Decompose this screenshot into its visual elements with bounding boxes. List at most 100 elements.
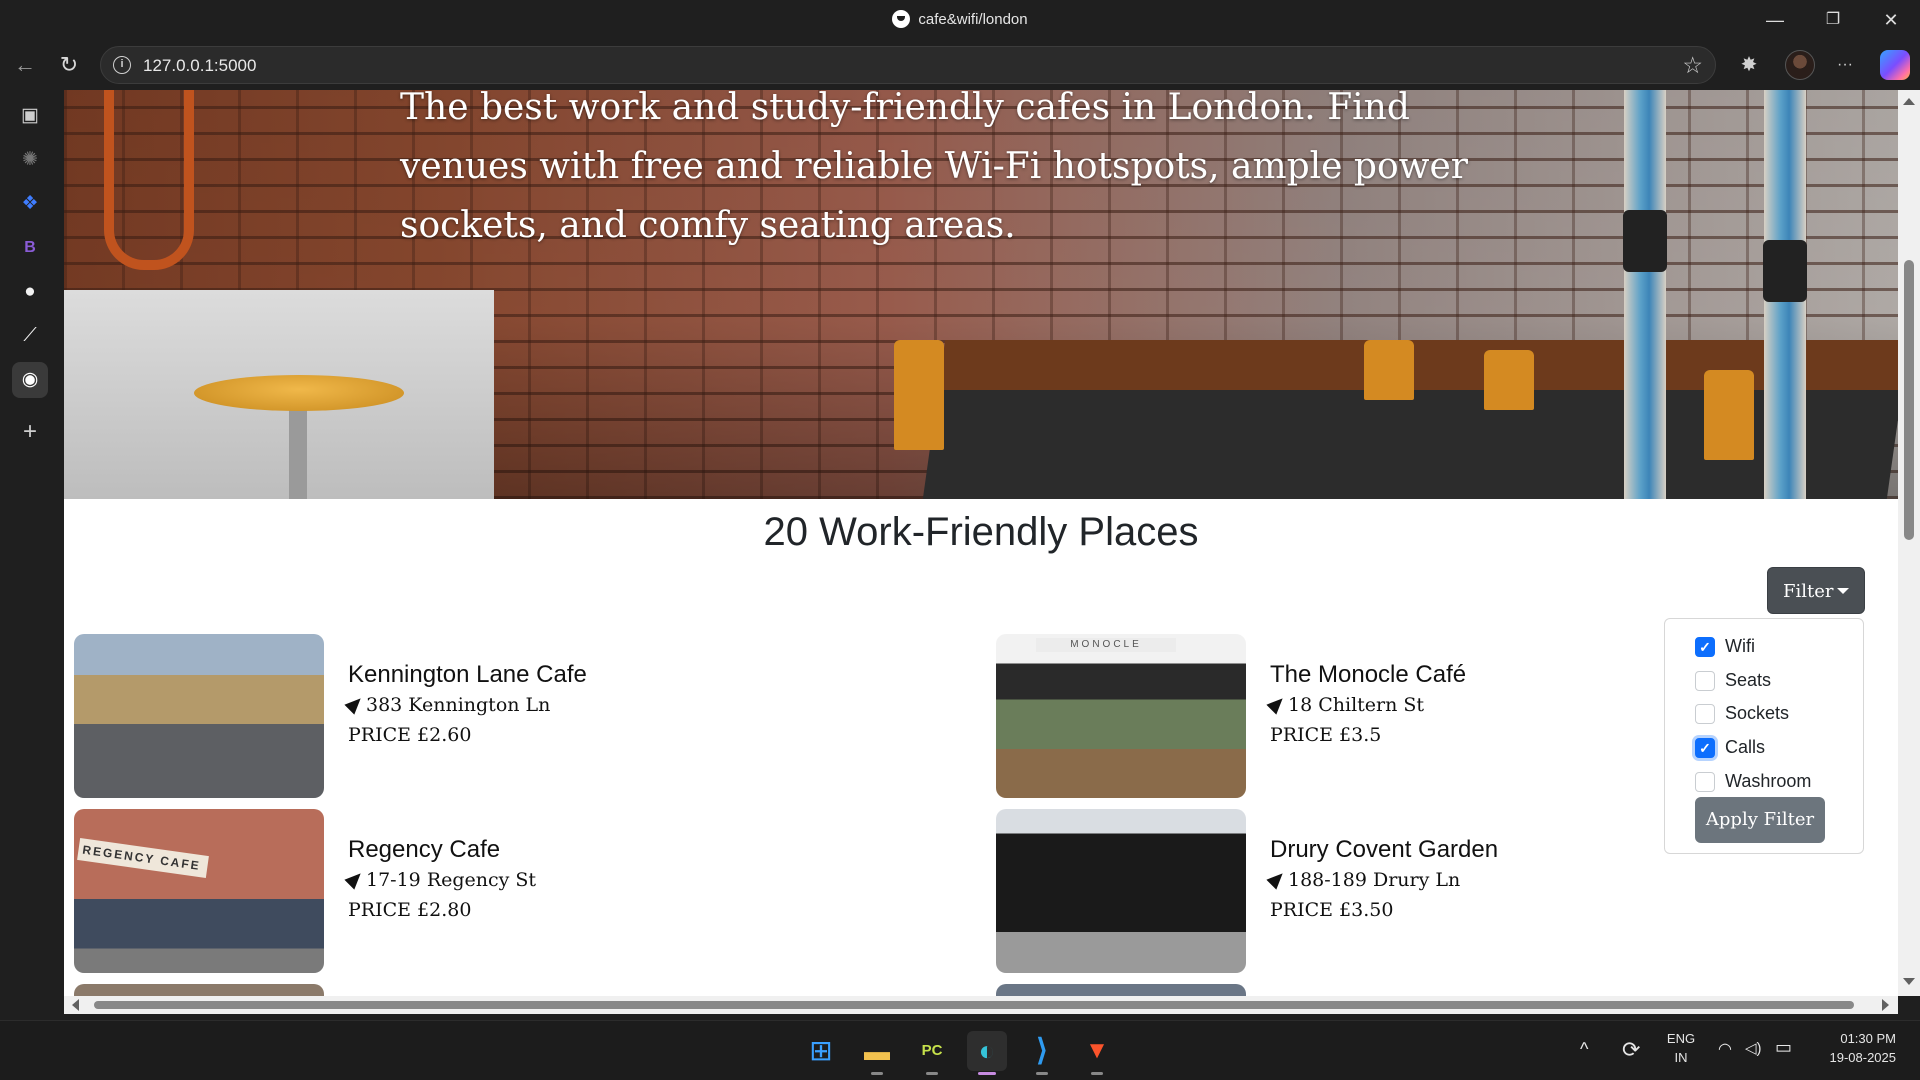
filter-button-label: Filter [1783,581,1834,602]
cafe-card[interactable]: REGENCY CAFE Regency Cafe 17-19 Regency … [74,809,774,973]
copilot-icon[interactable] [1880,50,1910,80]
scroll-right-arrow-icon[interactable] [1882,999,1889,1011]
horizontal-scroll-thumb[interactable] [94,1001,1854,1009]
cafe-address-text: 18 Chiltern St [1288,694,1425,716]
add-sidebar-item-icon[interactable]: + [12,414,48,450]
scroll-up-arrow-icon[interactable] [1903,98,1915,105]
clock[interactable]: 01:30 PM 19-08-2025 [1812,1031,1897,1065]
battery-icon[interactable]: ▭ [1775,1037,1792,1058]
filter-option-label[interactable]: Sockets [1725,703,1789,724]
vscode-glyph: ⟩ [1036,1034,1048,1067]
monocle-sign-text: MONOCLE [1036,638,1176,652]
sockets-checkbox[interactable] [1695,704,1715,724]
horizontal-scrollbar[interactable] [64,996,1898,1014]
clock-date: 19-08-2025 [1829,1050,1897,1065]
back-button[interactable]: ← [8,48,42,82]
hero-ski-binding [1623,210,1667,272]
brave-glyph: ▼ [1085,1037,1109,1064]
file-explorer-icon[interactable]: ▬ [857,1031,897,1075]
filter-option-label[interactable]: Calls [1725,737,1765,758]
show-hidden-icons-chevron-icon[interactable]: ^ [1580,1039,1588,1060]
filter-option-label[interactable]: Wifi [1725,636,1755,657]
window-titlebar: cafe&wifi/london — ❐ ✕ [0,0,1920,40]
cafe-address: 18 Chiltern St [1266,693,1425,716]
url-text[interactable]: 127.0.0.1:5000 [143,56,256,76]
language-line-2: IN [1674,1050,1688,1065]
settings-menu-icon[interactable]: ··· [1830,50,1860,80]
github-icon[interactable]: ● [12,274,48,310]
cafe-name[interactable]: Drury Covent Garden [1270,836,1498,864]
address-bar[interactable]: i 127.0.0.1:5000 ☆ [100,46,1716,84]
cafe-name[interactable]: The Monocle Café [1270,661,1466,689]
cafe-tab-icon[interactable]: ◉ [12,362,48,398]
cafe-address: 383 Kennington Ln [344,693,551,716]
close-button[interactable]: ✕ [1862,0,1920,40]
seats-checkbox[interactable] [1695,671,1715,691]
bootstrap-icon[interactable]: B [12,230,48,266]
cafe-photo[interactable]: MONOCLE [996,634,1246,798]
scroll-left-arrow-icon[interactable] [72,999,79,1011]
hero-tagline: The best work and study-friendly cafes i… [400,90,1468,246]
running-indicator [871,1072,883,1075]
cafe-photo-partial[interactable] [74,984,324,996]
window-title: cafe&wifi/london [0,10,1920,28]
cafe-photo[interactable] [996,809,1246,973]
cafe-price: PRICE £2.80 [348,899,472,921]
edge-glyph: ◐ [978,1035,996,1066]
edge-browser-icon[interactable]: ◐ [967,1031,1007,1075]
location-arrow-icon [344,868,366,890]
wifi-icon[interactable]: ◠ [1718,1039,1732,1059]
vertical-scrollbar[interactable] [1898,90,1920,996]
cafe-name[interactable]: Regency Cafe [348,836,500,864]
maximize-button[interactable]: ❐ [1804,0,1862,40]
start-glyph: ⊞ [809,1035,833,1066]
wifi-checkbox[interactable]: ✓ [1695,637,1715,657]
cafe-price: PRICE £3.50 [1270,899,1394,921]
start-menu-icon[interactable]: ⊞ [801,1031,841,1071]
file-explorer-glyph: ▬ [864,1036,890,1066]
pycharm-icon[interactable]: PC [912,1031,952,1075]
volume-icon[interactable]: ◁) [1745,1039,1762,1057]
cafe-photo-partial[interactable] [996,984,1246,996]
window-title-text: cafe&wifi/london [918,11,1028,28]
vertical-scroll-thumb[interactable] [1904,260,1914,540]
sync-icon[interactable]: ⟳ [1622,1037,1640,1063]
vscode-icon[interactable]: ⟩ [1022,1031,1062,1075]
chatgpt-icon[interactable]: ✺ [12,142,48,178]
tab-actions-icon[interactable]: ▣ [12,98,48,134]
favorite-star-icon[interactable]: ☆ [1682,52,1703,79]
hero-stool-leg [289,405,307,499]
cafe-card[interactable]: MONOCLE The Monocle Café 18 Chiltern St … [996,634,1696,798]
vscode-web-icon[interactable]: ⟋ [12,318,48,354]
extensions-icon[interactable]: ✸ [1734,50,1764,80]
filter-dropdown-button[interactable]: Filter [1767,567,1865,614]
language-indicator[interactable]: ENG IN [1663,1031,1699,1065]
cafe-card[interactable]: Drury Covent Garden 188-189 Drury Ln PRI… [996,809,1696,973]
apply-filter-button[interactable]: Apply Filter [1695,797,1825,843]
hero-chair [1364,340,1414,400]
dropbox-icon[interactable]: ❖ [12,186,48,222]
cafe-name[interactable]: Kennington Lane Cafe [348,661,587,689]
running-indicator [926,1072,938,1075]
regency-sign-text: REGENCY CAFE [77,838,209,878]
minimize-button[interactable]: — [1746,0,1804,40]
profile-avatar[interactable] [1785,50,1815,80]
reload-button[interactable]: ↻ [52,48,86,82]
site-info-icon[interactable]: i [113,56,131,74]
page-heading: 20 Work-Friendly Places [763,510,1199,554]
filter-option-label[interactable]: Seats [1725,670,1771,691]
cafe-card[interactable]: Kennington Lane Cafe 383 Kennington Ln P… [74,634,774,798]
brave-browser-icon[interactable]: ▼ [1077,1031,1117,1075]
filter-option-label[interactable]: Washroom [1725,771,1811,792]
hero-chair [1484,350,1534,410]
caret-down-icon [1837,588,1849,594]
clock-time: 01:30 PM [1840,1031,1896,1046]
cafe-address-text: 17-19 Regency St [366,869,537,891]
cafe-photo[interactable]: REGENCY CAFE [74,809,324,973]
pycharm-glyph: PC [921,1042,943,1059]
calls-checkbox[interactable]: ✓ [1695,738,1715,758]
cafe-address-text: 383 Kennington Ln [366,694,551,716]
washroom-checkbox[interactable] [1695,772,1715,792]
scroll-down-arrow-icon[interactable] [1903,978,1915,985]
cafe-photo[interactable] [74,634,324,798]
